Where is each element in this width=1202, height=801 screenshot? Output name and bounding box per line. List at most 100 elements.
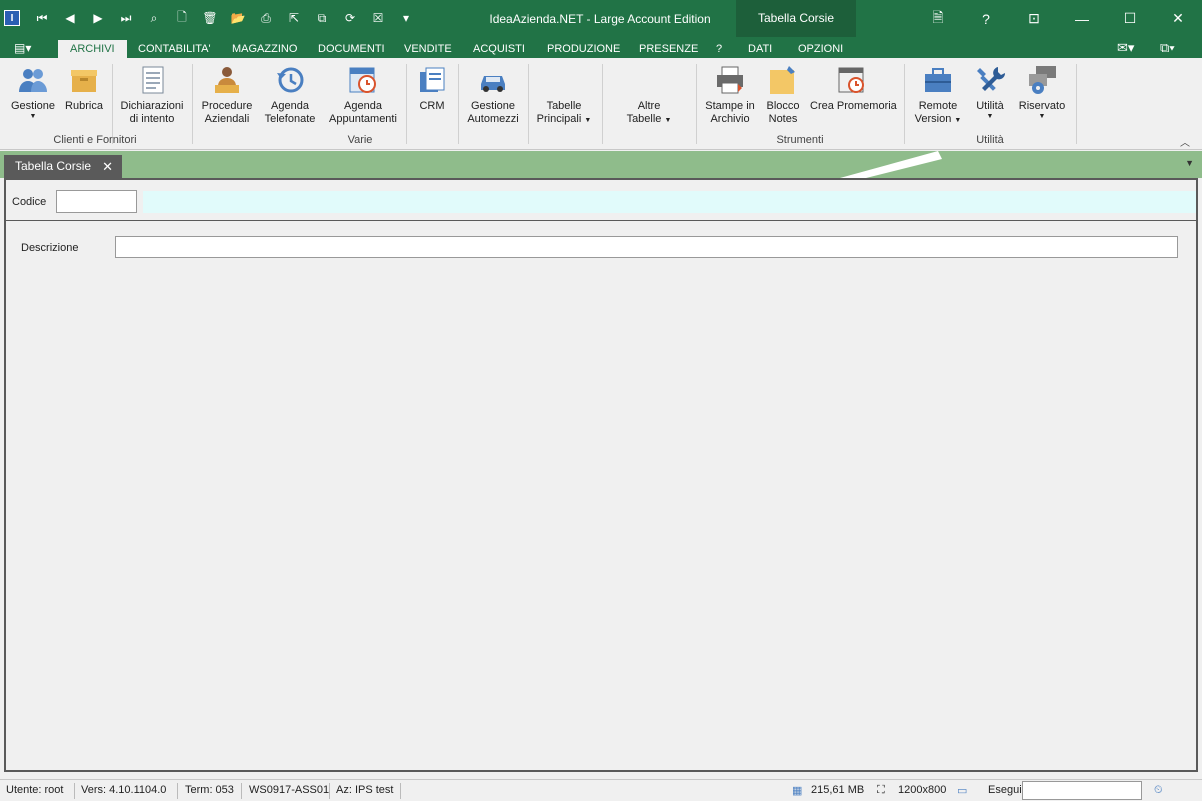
ribbon-separator [528, 64, 529, 144]
status-separator [241, 783, 242, 799]
ribbon-separator [406, 64, 407, 144]
ribbon-separator [192, 64, 193, 144]
fullscreen-icon[interactable]: ⛶ [877, 784, 885, 797]
tab-documenti[interactable]: DOCUMENTI [318, 40, 385, 58]
remote-version-button[interactable]: Remote Version ▼ [912, 64, 964, 127]
quick-access-toolbar: I ⏮ ◀ ▶ ⏭ ⌕ 🗋 🗑 📂 ⎙ ⇱ ⧉ ⟳ ☒ ▾ [4, 8, 420, 28]
ribbon-separator [458, 64, 459, 144]
windows-icon[interactable]: ⧉▾ [1160, 40, 1175, 56]
export-icon[interactable]: ⇱ [280, 8, 308, 28]
dichiarazioni-button[interactable]: Dichiarazioni di intento [120, 64, 184, 126]
title-bar: I ⏮ ◀ ▶ ⏭ ⌕ 🗋 🗑 📂 ⎙ ⇱ ⧉ ⟳ ☒ ▾ IdeaAziend… [0, 0, 1202, 58]
codice-label: Codice [12, 196, 47, 208]
esegui-input[interactable] [1022, 781, 1142, 800]
tab-acquisti[interactable]: ACQUISTI [473, 40, 525, 58]
refresh-icon[interactable]: ⟳ [336, 8, 364, 28]
close-record-icon[interactable]: ☒ [364, 8, 392, 28]
stampe-archivio-button[interactable]: Stampe in Archivio [704, 64, 756, 126]
tab-produzione[interactable]: PRODUZIONE [547, 40, 620, 58]
ribbon-separator [904, 64, 905, 144]
ribbon-separator [602, 64, 603, 144]
riservato-button[interactable]: Riservato ▼ [1016, 64, 1068, 121]
close-tab-icon[interactable]: ✕ [102, 155, 113, 178]
chevron-down-icon: ▼ [664, 117, 672, 124]
status-utente: Utente: root [6, 784, 64, 796]
timer-icon[interactable]: ⏲ [1154, 784, 1163, 797]
next-record-icon[interactable]: ▶ [84, 8, 112, 28]
tab-band-decoration [840, 151, 942, 178]
codice-field[interactable] [56, 190, 137, 213]
customize-qat-icon[interactable]: ▾ [392, 8, 420, 28]
tab-vendite[interactable]: VENDITE [404, 40, 452, 58]
gear-windows-icon [1026, 64, 1058, 96]
group-utilita: Utilità [976, 134, 1004, 146]
form-panel: Codice Descrizione [4, 178, 1198, 772]
crea-promemoria-button[interactable]: Crea Promemoria [810, 64, 897, 113]
altre-tabelle-button[interactable]: Altre Tabelle ▼ [622, 100, 676, 127]
app-title: IdeaAzienda.NET - Large Account Edition [489, 12, 711, 26]
ribbon-separator [696, 64, 697, 144]
document-tab[interactable]: Tabella Corsie ✕ [4, 155, 122, 178]
license-icon[interactable]: 🗎 [914, 0, 962, 37]
crm-button[interactable]: CRM [414, 64, 450, 113]
previous-record-icon[interactable]: ◀ [56, 8, 84, 28]
person-desk-icon [211, 64, 243, 96]
rubrica-button[interactable]: Rubrica [64, 64, 104, 113]
context-tab-title: Tabella Corsie [757, 11, 835, 25]
status-resolution: 1200x800 [898, 784, 947, 796]
maximize-button[interactable]: ☐ [1106, 0, 1154, 37]
minimize-button[interactable]: — [1058, 0, 1106, 37]
mail-icon[interactable]: ✉▾ [1117, 40, 1134, 56]
first-record-icon[interactable]: ⏮ [28, 8, 56, 28]
status-memory: 215,61 MB [811, 784, 865, 796]
utilita-button[interactable]: Utilità ▼ [972, 64, 1008, 121]
status-bar: Utente: root Vers: 4.10.1104.0 Term: 053… [0, 779, 1202, 801]
descrizione-field[interactable] [115, 236, 1178, 258]
search-icon[interactable]: ⌕ [140, 8, 168, 28]
procedure-aziendali-button[interactable]: Procedure Aziendali [200, 64, 254, 126]
blocco-notes-button[interactable]: Blocco Notes [764, 64, 802, 126]
last-record-icon[interactable]: ⏭ [112, 8, 140, 28]
window-settings-icon[interactable]: ▭ [957, 784, 967, 797]
calendar-clock-icon [347, 64, 379, 96]
car-icon [477, 64, 509, 96]
open-folder-icon[interactable]: 📂 [224, 8, 252, 28]
restore-ribbon-icon[interactable]: ⊡ [1010, 0, 1058, 37]
tab-presenze[interactable]: PRESENZE [639, 40, 698, 58]
copy-icon[interactable]: ⧉ [308, 8, 336, 28]
file-menu-icon[interactable]: ▤▾ [14, 41, 40, 55]
agenda-appuntamenti-button[interactable]: Agenda Appuntamenti [328, 64, 398, 126]
status-separator [74, 783, 75, 799]
document-tab-band: Tabella Corsie ✕ [0, 151, 1202, 178]
tab-help[interactable]: ? [716, 40, 722, 58]
app-logo-icon[interactable]: I [4, 10, 20, 26]
close-button[interactable]: ✕ [1154, 0, 1202, 37]
form-header: Codice [6, 180, 1196, 221]
collapse-ribbon-icon[interactable]: ︿ [1180, 134, 1190, 149]
tab-magazzino[interactable]: MAGAZZINO [232, 40, 297, 58]
new-record-icon[interactable]: 🗋 [168, 8, 196, 28]
tab-contabilita[interactable]: CONTABILITA' [138, 40, 211, 58]
tab-opzioni[interactable]: OPZIONI [798, 40, 843, 58]
status-term: Term: 053 [185, 784, 234, 796]
tab-dati[interactable]: DATI [748, 40, 772, 58]
chevron-down-icon: ▼ [954, 117, 962, 124]
delete-icon[interactable]: 🗑 [196, 8, 224, 28]
tab-archivi[interactable]: ARCHIVI [58, 40, 127, 58]
people-icon [17, 64, 49, 96]
gestione-button[interactable]: Gestione ▼ [10, 64, 56, 121]
group-clienti-fornitori: Clienti e Fornitori [53, 134, 137, 146]
document-icon [136, 64, 168, 96]
tab-list-dropdown-icon[interactable]: ▼ [1185, 158, 1194, 168]
help-button[interactable]: ? [962, 0, 1010, 37]
ribbon-separator [1076, 64, 1077, 144]
status-separator [400, 783, 401, 799]
agenda-telefonate-button[interactable]: Agenda Telefonate [262, 64, 318, 126]
ribbon-separator [112, 64, 113, 144]
tabelle-principali-button[interactable]: Tabelle Principali ▼ [536, 100, 592, 127]
gestione-automezzi-button[interactable]: Gestione Automezzi [466, 64, 520, 126]
tools-icon [974, 64, 1006, 96]
briefcase-icon [922, 64, 954, 96]
print-icon[interactable]: ⎙ [252, 8, 280, 28]
history-icon [274, 64, 306, 96]
